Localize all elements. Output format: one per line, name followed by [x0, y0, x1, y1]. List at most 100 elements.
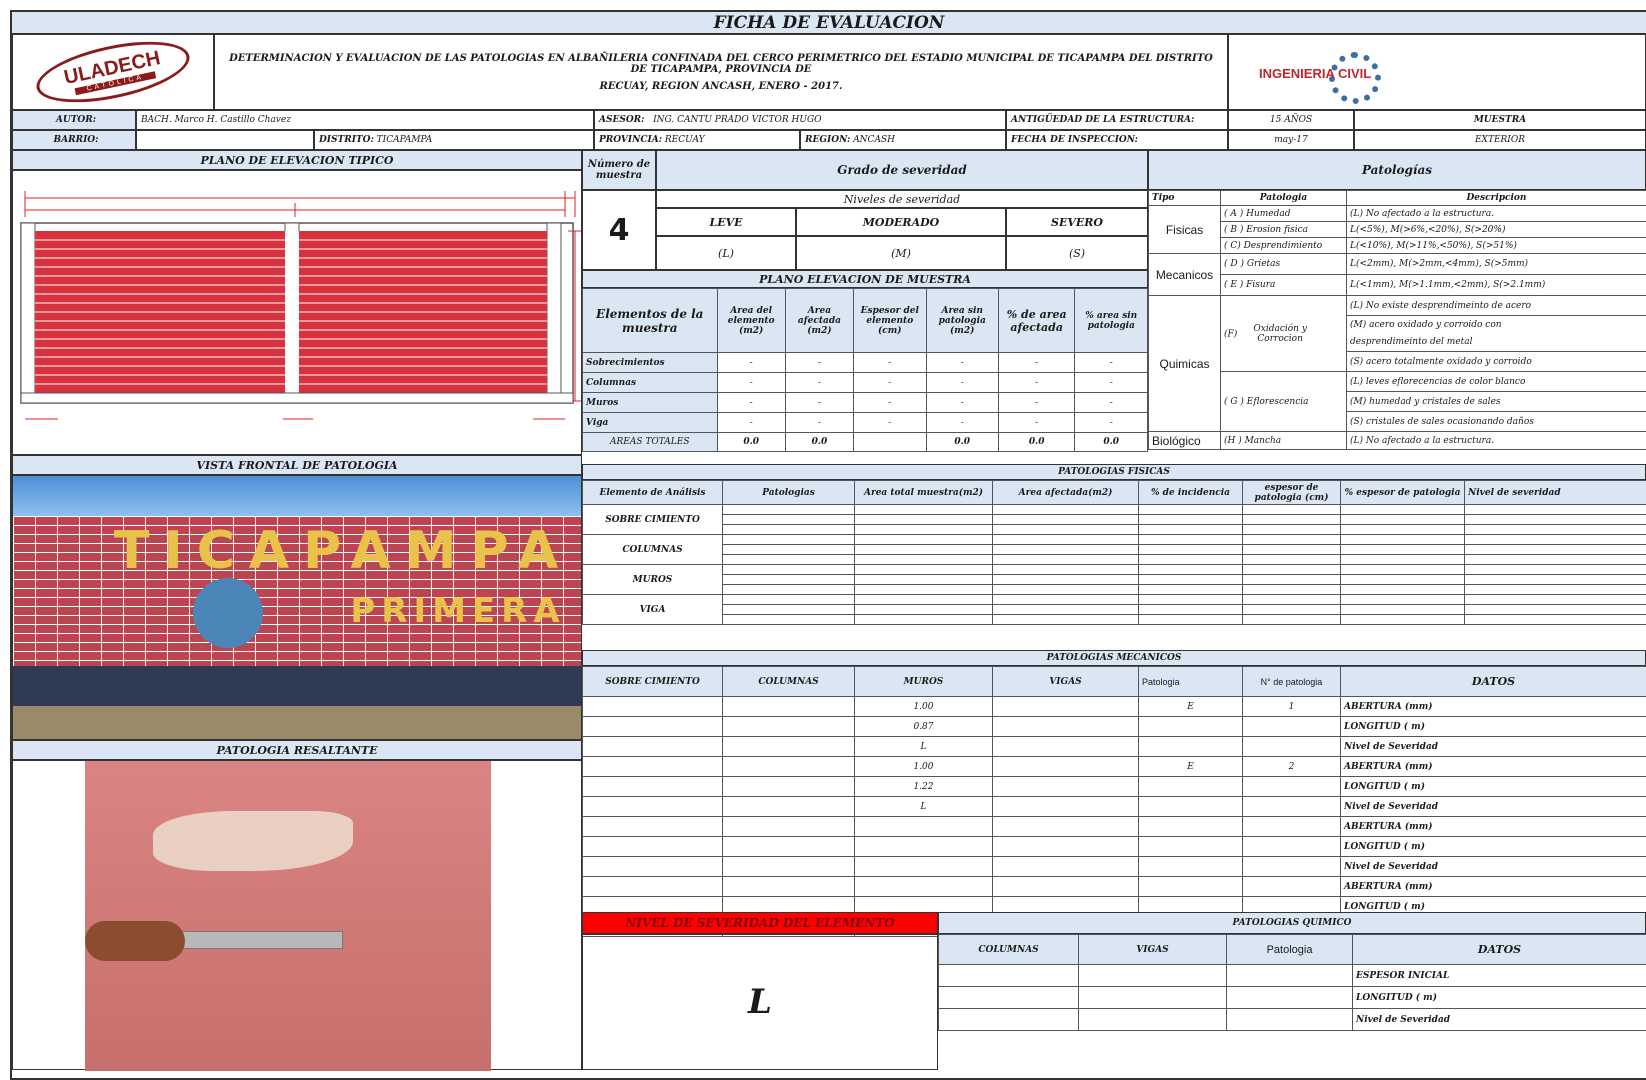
quimico-cell — [1227, 965, 1353, 987]
areas-total-5: 0.0 — [1075, 433, 1148, 452]
fisicas-cell — [1139, 585, 1243, 595]
elemento-value: - — [854, 373, 926, 393]
oxidacion-desc-2: desprendimeinto del metal — [1347, 334, 1646, 352]
fisicas-cell — [1465, 605, 1646, 615]
mecanicos-cell — [583, 817, 723, 837]
resaltante-photo-frame — [12, 760, 582, 1070]
quimico-header-1: VIGAS — [1079, 935, 1227, 965]
fisicas-cell — [1465, 575, 1646, 585]
mecanicos-muros-value — [855, 837, 993, 857]
mecanicos-patologia: E — [1139, 697, 1243, 717]
fisicas-row — [583, 575, 1646, 585]
fisicas-cell — [1465, 535, 1646, 545]
fisicas-cell — [855, 615, 993, 625]
quimico-row: ESPESOR INICIAL — [939, 965, 1646, 987]
pat-row-1-name: ( B ) Erosion fisica — [1221, 222, 1347, 238]
fisicas-cell — [855, 555, 993, 565]
fisicas-cell — [1139, 535, 1243, 545]
mecanicos-patologia — [1139, 797, 1243, 817]
fisicas-cell — [1243, 525, 1341, 535]
fisicas-cell — [1243, 615, 1341, 625]
mecanicos-cell — [723, 857, 855, 877]
mecanicos-cell — [583, 877, 723, 897]
mecanicos-dato: ABERTURA (mm) — [1341, 877, 1646, 897]
mecanicos-num — [1243, 777, 1341, 797]
mecanicos-header-6: DATOS — [1341, 667, 1646, 697]
elementos-header-1: Area del elemento (m2) — [717, 289, 785, 353]
barrio-value — [136, 130, 314, 150]
elemento-name: Sobrecimientos — [583, 353, 718, 373]
fisicas-cell — [1341, 535, 1465, 545]
fisicas-cell — [855, 605, 993, 615]
elemento-value: - — [854, 393, 926, 413]
mecanicos-cell — [583, 857, 723, 877]
elemento-value: - — [717, 413, 785, 433]
mecanicos-cell — [723, 777, 855, 797]
fisicas-cell — [1465, 615, 1646, 625]
elemento-value: - — [998, 413, 1075, 433]
fisicas-cell — [993, 515, 1139, 525]
fisicas-cell — [723, 575, 855, 585]
elemento-value: - — [785, 353, 853, 373]
elemento-value: - — [785, 413, 853, 433]
fisicas-cell — [1139, 575, 1243, 585]
elemento-value: - — [854, 353, 926, 373]
oxidacion-name: Oxidación y Corrocion — [1240, 324, 1320, 344]
barrio-label: BARRIO: — [12, 130, 136, 150]
fisicas-cell — [1341, 545, 1465, 555]
wall-base — [13, 666, 582, 706]
areas-total-3: 0.0 — [926, 433, 998, 452]
mecanicos-num — [1243, 737, 1341, 757]
elementos-header-2: Area afectada (m2) — [785, 289, 853, 353]
fisicas-cell — [1139, 605, 1243, 615]
muestra-label: MUESTRA — [1354, 110, 1646, 130]
leve-code: (L) — [656, 236, 796, 270]
fisicas-row: COLUMNAS — [583, 535, 1646, 545]
mecanicos-cell — [723, 877, 855, 897]
fisicas-cell — [1139, 615, 1243, 625]
patologias-title: Patologías — [1148, 150, 1646, 190]
fisicas-header-7: Nivel de severidad — [1465, 481, 1646, 505]
fisicas-cell — [855, 595, 993, 605]
fisicas-element: MUROS — [583, 565, 723, 595]
project-title-line-1: DETERMINACION Y EVALUACION DE LAS PATOLO… — [225, 53, 1217, 75]
asesor-value: ING. CANTU PRADO VICTOR HUGO — [653, 115, 821, 125]
fisicas-cell — [723, 615, 855, 625]
mecanicos-cell — [723, 697, 855, 717]
eflorescencia-desc-2: (S) cristales de sales ocasionando daños — [1347, 412, 1646, 432]
fisicas-cell — [993, 535, 1139, 545]
elemento-value: - — [926, 353, 998, 373]
elementos-row: Muros------ — [583, 393, 1148, 413]
mecanicos-dato: LONGITUD ( m) — [1341, 777, 1646, 797]
fisicas-row: SOBRE CIMIENTO — [583, 505, 1646, 515]
mecanicos-dato: Nivel de Severidad — [1341, 857, 1646, 877]
fisicas-cell — [855, 525, 993, 535]
fisicas-title: PATOLOGIAS FISICAS — [582, 464, 1646, 480]
elementos-table: Elementos de la muestra Area del element… — [582, 288, 1148, 452]
vista-title: VISTA FRONTAL DE PATOLOGIA — [12, 455, 582, 475]
fisicas-cell — [855, 535, 993, 545]
fisicas-cell — [723, 555, 855, 565]
mecanicos-muros-value: 0.87 — [855, 717, 993, 737]
elementos-header-6: % area sin patologia — [1075, 289, 1148, 353]
mecanicos-cell — [723, 817, 855, 837]
fisicas-cell — [855, 515, 993, 525]
mecanicos-cell — [583, 697, 723, 717]
mecanicos-patologia — [1139, 817, 1243, 837]
project-title-line-2: RECUAY, REGION ANCASH, ENERO - 2017. — [600, 81, 843, 92]
fisicas-cell — [1341, 565, 1465, 575]
autor-value: BACH. Marco H. Castillo Chavez — [136, 110, 594, 130]
mecanicos-row: 1.00E2ABERTURA (mm) — [583, 757, 1646, 777]
pat-header-tipo: Tipo — [1149, 191, 1221, 206]
quimico-cell — [1227, 987, 1353, 1009]
elemento-value: - — [998, 353, 1075, 373]
antiguedad-label: ANTIGÜEDAD DE LA ESTRUCTURA: — [1006, 110, 1228, 130]
mecanicos-row: LNivel de Severidad — [583, 797, 1646, 817]
fisicas-cell — [1243, 575, 1341, 585]
fisicas-cell — [1465, 555, 1646, 565]
mecanicos-cell — [583, 837, 723, 857]
vista-photo: TICAPAMPA PRIMERA — [12, 475, 582, 740]
mecanicos-cell — [993, 857, 1139, 877]
mecanicos-cell — [993, 757, 1139, 777]
fisicas-cell — [1243, 545, 1341, 555]
